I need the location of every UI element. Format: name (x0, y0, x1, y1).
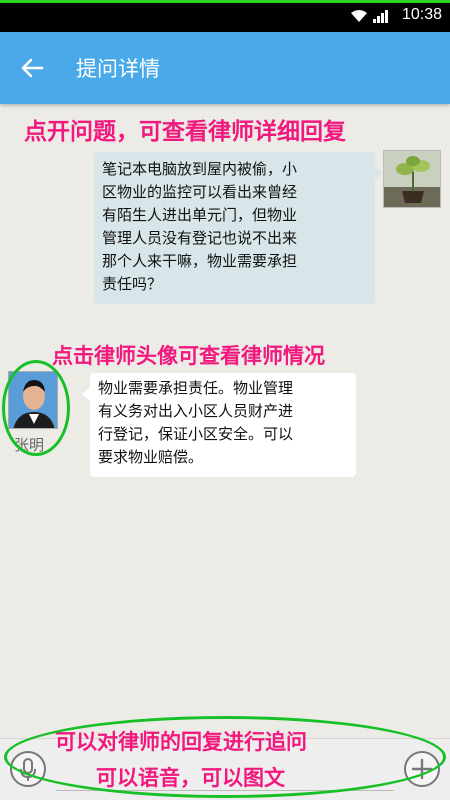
add-button[interactable] (404, 751, 440, 787)
annotation-tap-avatar: 点击律师头像可查看律师情况 (52, 344, 325, 368)
lawyer-name: 张明 (14, 436, 45, 454)
answer-bubble[interactable]: 物业需要承担责任。物业管理 有义务对出入小区人员财产进 行登记，保证小区安全。可… (82, 373, 356, 477)
page-title: 提问详情 (76, 57, 160, 81)
question-bubble[interactable]: 笔记本电脑放到屋内被偷，小 区物业的监控可以看出来曾经 有陌生人进出单元门，但物… (94, 152, 383, 304)
lawyer-avatar[interactable] (8, 371, 58, 429)
answer-line: 要求物业赔偿。 (98, 448, 204, 466)
status-progress-bar (0, 0, 450, 3)
microphone-icon (20, 758, 36, 781)
lawyer-photo (9, 372, 57, 428)
user-avatar[interactable] (383, 150, 441, 208)
status-bar: 10:38 (0, 0, 450, 32)
plant-avatar-image (384, 151, 440, 207)
answer-line: 行登记，保证小区安全。可以 (98, 425, 294, 443)
plus-icon (411, 758, 433, 780)
question-line: 那个人来干嘛，物业需要承担 (102, 252, 298, 270)
annotation-follow-up: 可以对律师的回复进行追问 (55, 730, 307, 754)
question-line: 有陌生人进出单元门，但物业 (102, 206, 298, 224)
answer-line: 有义务对出入小区人员财产进 (98, 402, 294, 420)
answer-line: 物业需要承担责任。物业管理 (98, 379, 294, 397)
arrow-left-icon[interactable] (18, 54, 46, 82)
question-line: 责任吗？ (102, 275, 163, 293)
microphone-button[interactable] (10, 751, 46, 787)
annotation-voice-image: 可以语音，可以图文 (96, 766, 285, 790)
app-bar: 提问详情 (0, 32, 450, 104)
status-time: 10:38 (401, 6, 442, 23)
question-line: 区物业的监控可以看出来曾经 (102, 183, 298, 201)
question-line: 笔记本电脑放到屋内被偷，小 (102, 160, 298, 178)
wifi-icon (351, 10, 367, 22)
signal-icon (373, 10, 388, 23)
annotation-tap-question: 点开问题，可查看律师详细回复 (24, 119, 346, 145)
question-line: 管理人员没有登记也说不出来 (102, 229, 298, 247)
